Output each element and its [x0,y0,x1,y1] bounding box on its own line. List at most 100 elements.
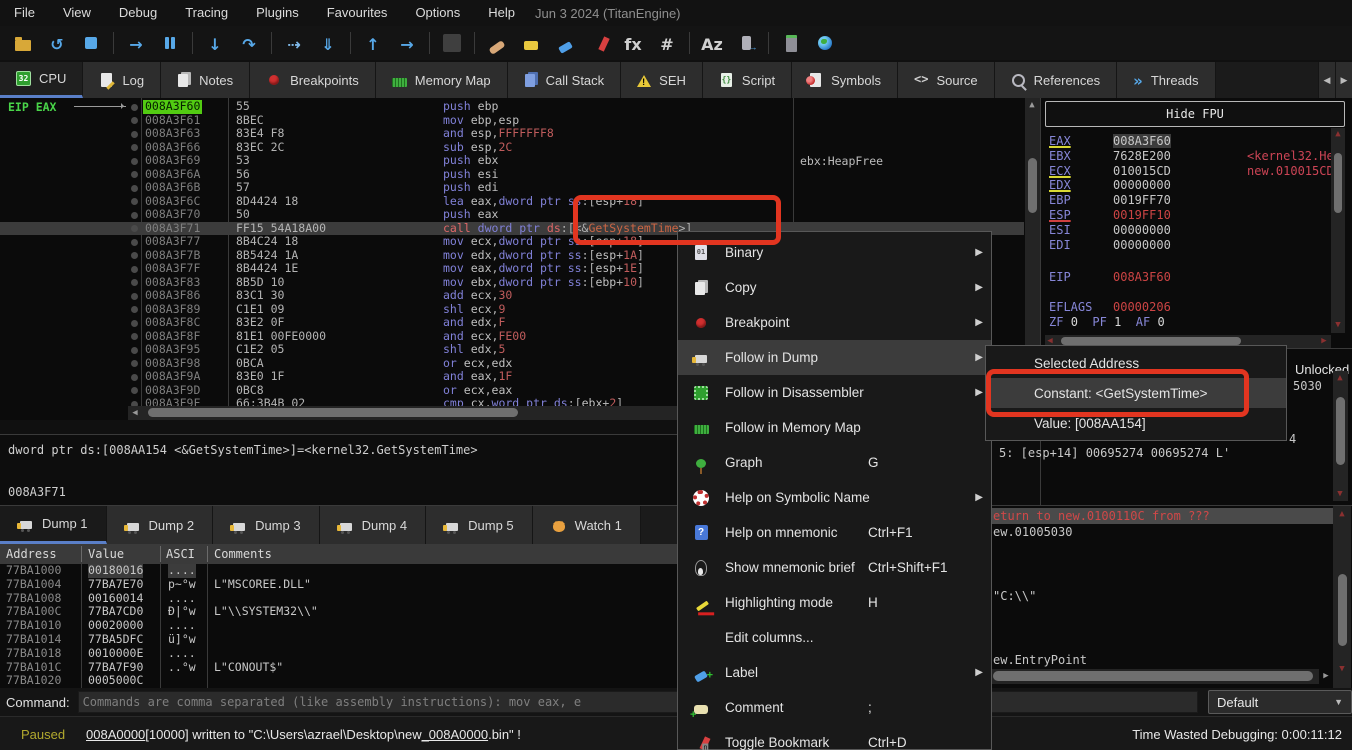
register-row[interactable]: EDI00000000 [1049,238,1171,252]
menu-item-breakpoint[interactable]: Breakpoint▶ [678,305,991,340]
run-button[interactable]: → [121,29,151,57]
breakpoint-dot[interactable] [131,158,138,165]
disasm-row[interactable]: 008A3F6055push ebp [0,100,1024,114]
menu-file[interactable]: File [0,0,49,26]
breakpoint-dot[interactable] [131,387,138,394]
breakpoint-dot[interactable] [131,185,138,192]
bookmarks-button[interactable] [584,29,614,57]
tab-symbols[interactable]: Symbols [792,62,898,98]
menu-plugins[interactable]: Plugins [242,0,313,26]
breakpoint-dot[interactable] [131,239,138,246]
tab-scroll-left-icon[interactable]: ◀ [1318,62,1335,98]
source-mode-button[interactable] [437,29,467,57]
trace-into-button[interactable]: ⇢ [279,29,309,57]
menu-item-show-mnemonic-brief[interactable]: Show mnemonic briefCtrl+Shift+F1 [678,550,991,585]
menu-item-copy[interactable]: Copy▶ [678,270,991,305]
menu-item-comment[interactable]: Comment; [678,690,991,725]
dump-col-ascii[interactable]: ASCI [166,544,195,564]
menu-debug[interactable]: Debug [105,0,171,26]
dump-tab-dump-1[interactable]: Dump 1 [0,506,107,544]
open-file-button[interactable] [8,29,38,57]
tab-log[interactable]: Log [83,62,161,98]
menu-view[interactable]: View [49,0,105,26]
tab-script[interactable]: {}Script [703,62,792,98]
submenu-item-constant-getsystemtime[interactable]: Constant: <GetSystemTime> [986,378,1286,408]
dump-tab-dump-5[interactable]: Dump 5 [426,506,533,544]
register-row[interactable]: EAX008A3F60 [1049,134,1171,148]
dump-tab-dump-2[interactable]: Dump 2 [107,506,214,544]
breakpoint-dot[interactable] [131,198,138,205]
tab-memory-map[interactable]: Memory Map [376,62,508,98]
registers-panel[interactable]: Hide FPU EAX008A3F60EBX7628E200<kernel32… [1040,98,1352,348]
disasm-row[interactable]: 008A3F618BECmov ebp,esp [0,114,1024,128]
menu-item-edit-columns[interactable]: Edit columns... [678,620,991,655]
tab-source[interactable]: <>Source [898,62,995,98]
stack-row[interactable]: "C:\\" [989,588,1333,604]
register-row[interactable]: ECX010015CDnew.010015CD [1049,164,1171,178]
breakpoint-dot[interactable] [131,225,138,232]
dump-tab-dump-3[interactable]: Dump 3 [213,506,320,544]
menu-options[interactable]: Options [401,0,474,26]
breakpoint-dot[interactable] [131,212,138,219]
font-button[interactable]: Aᴢ [697,29,727,57]
stack-row[interactable]: ew.EntryPoint [989,652,1333,668]
execute-till-return-button[interactable]: ↑ [358,29,388,57]
breakpoint-dot[interactable] [131,266,138,273]
breakpoint-dot[interactable] [131,252,138,259]
disasm-row[interactable]: 008A3F6A56push esi [0,168,1024,182]
breakpoint-dot[interactable] [131,293,138,300]
register-row[interactable]: EBX7628E200<kernel32.He [1049,149,1171,163]
submenu-item-value-008aa154[interactable]: Value: [008AA154] [986,408,1286,438]
stack-panel[interactable]: eturn to new.0100110C from ???ew.0100503… [988,505,1352,689]
disasm-row[interactable]: 008A3F7050push eax [0,208,1024,222]
register-row[interactable]: ESI00000000 [1049,223,1171,237]
step-over-button[interactable]: ↷ [234,29,264,57]
tab-references[interactable]: References [995,62,1117,98]
status-address-link[interactable]: _008A0000 [422,727,489,742]
stack-row[interactable]: ew.01005030 [989,524,1333,540]
menu-item-toggle-bookmark[interactable]: Toggle BookmarkCtrl+D [678,725,991,750]
breakpoint-dot[interactable] [131,306,138,313]
register-row[interactable]: EDX00000000 [1049,178,1171,192]
breakpoint-dot[interactable] [131,131,138,138]
breakpoint-dot[interactable] [131,360,138,367]
hide-fpu-button[interactable]: Hide FPU [1045,101,1345,127]
patches-button[interactable] [482,29,512,57]
tab-breakpoints[interactable]: Breakpoints [250,62,376,98]
submenu-item-selected-address[interactable]: Selected Address [986,348,1286,378]
command-input[interactable] [78,691,1198,713]
tab-seh[interactable]: SEH [621,62,703,98]
internet-button[interactable] [810,29,840,57]
flags-row[interactable]: ZF 0 PF 1 AF 0 [1049,315,1179,329]
menu-item-binary[interactable]: 01Binary▶ [678,235,991,270]
pause-button[interactable] [155,29,185,57]
menu-item-highlighting-mode[interactable]: Highlighting modeH [678,585,991,620]
restart-button[interactable]: ↺ [42,29,72,57]
breakpoint-dot[interactable] [131,374,138,381]
disasm-row[interactable]: 008A3F6383E4 F8and esp,FFFFFFF8 [0,127,1024,141]
breakpoint-dot[interactable] [131,104,138,111]
disasm-row[interactable]: 008A3F6C8D4424 18lea eax,dword ptr ss:[e… [0,195,1024,209]
tab-cpu[interactable]: 32CPU [0,62,83,98]
menu-help[interactable]: Help [474,0,529,26]
command-profile-dropdown[interactable]: Default ▼ [1208,690,1352,714]
labels-button[interactable] [550,29,580,57]
eflags-row[interactable]: EFLAGS00000206 [1049,300,1171,314]
menu-favourites[interactable]: Favourites [313,0,402,26]
dump-col-address[interactable]: Address [6,544,57,564]
dump-tab-watch-1[interactable]: Watch 1 [533,506,641,544]
menu-item-follow-in-memory-map[interactable]: Follow in Memory Map [678,410,991,445]
run-to-user-code-button[interactable]: → [392,29,422,57]
dump-col-value[interactable]: Value [88,544,124,564]
breakpoint-dot[interactable] [131,117,138,124]
tab-notes[interactable]: Notes [161,62,250,98]
breakpoint-dot[interactable] [131,333,138,340]
status-address-link[interactable]: 008A0000 [86,727,145,742]
tab-scroll-right-icon[interactable]: ▶ [1335,62,1352,98]
disasm-row[interactable]: 008A3F6683EC 2Csub esp,2C [0,141,1024,155]
menu-item-help-on-symbolic-name[interactable]: Help on Symbolic Name▶ [678,480,991,515]
menu-tracing[interactable]: Tracing [171,0,242,26]
step-into-button[interactable]: ↓ [200,29,230,57]
dump-tab-dump-4[interactable]: Dump 4 [320,506,427,544]
menu-item-follow-in-dump[interactable]: Follow in Dump▶ [678,340,991,375]
